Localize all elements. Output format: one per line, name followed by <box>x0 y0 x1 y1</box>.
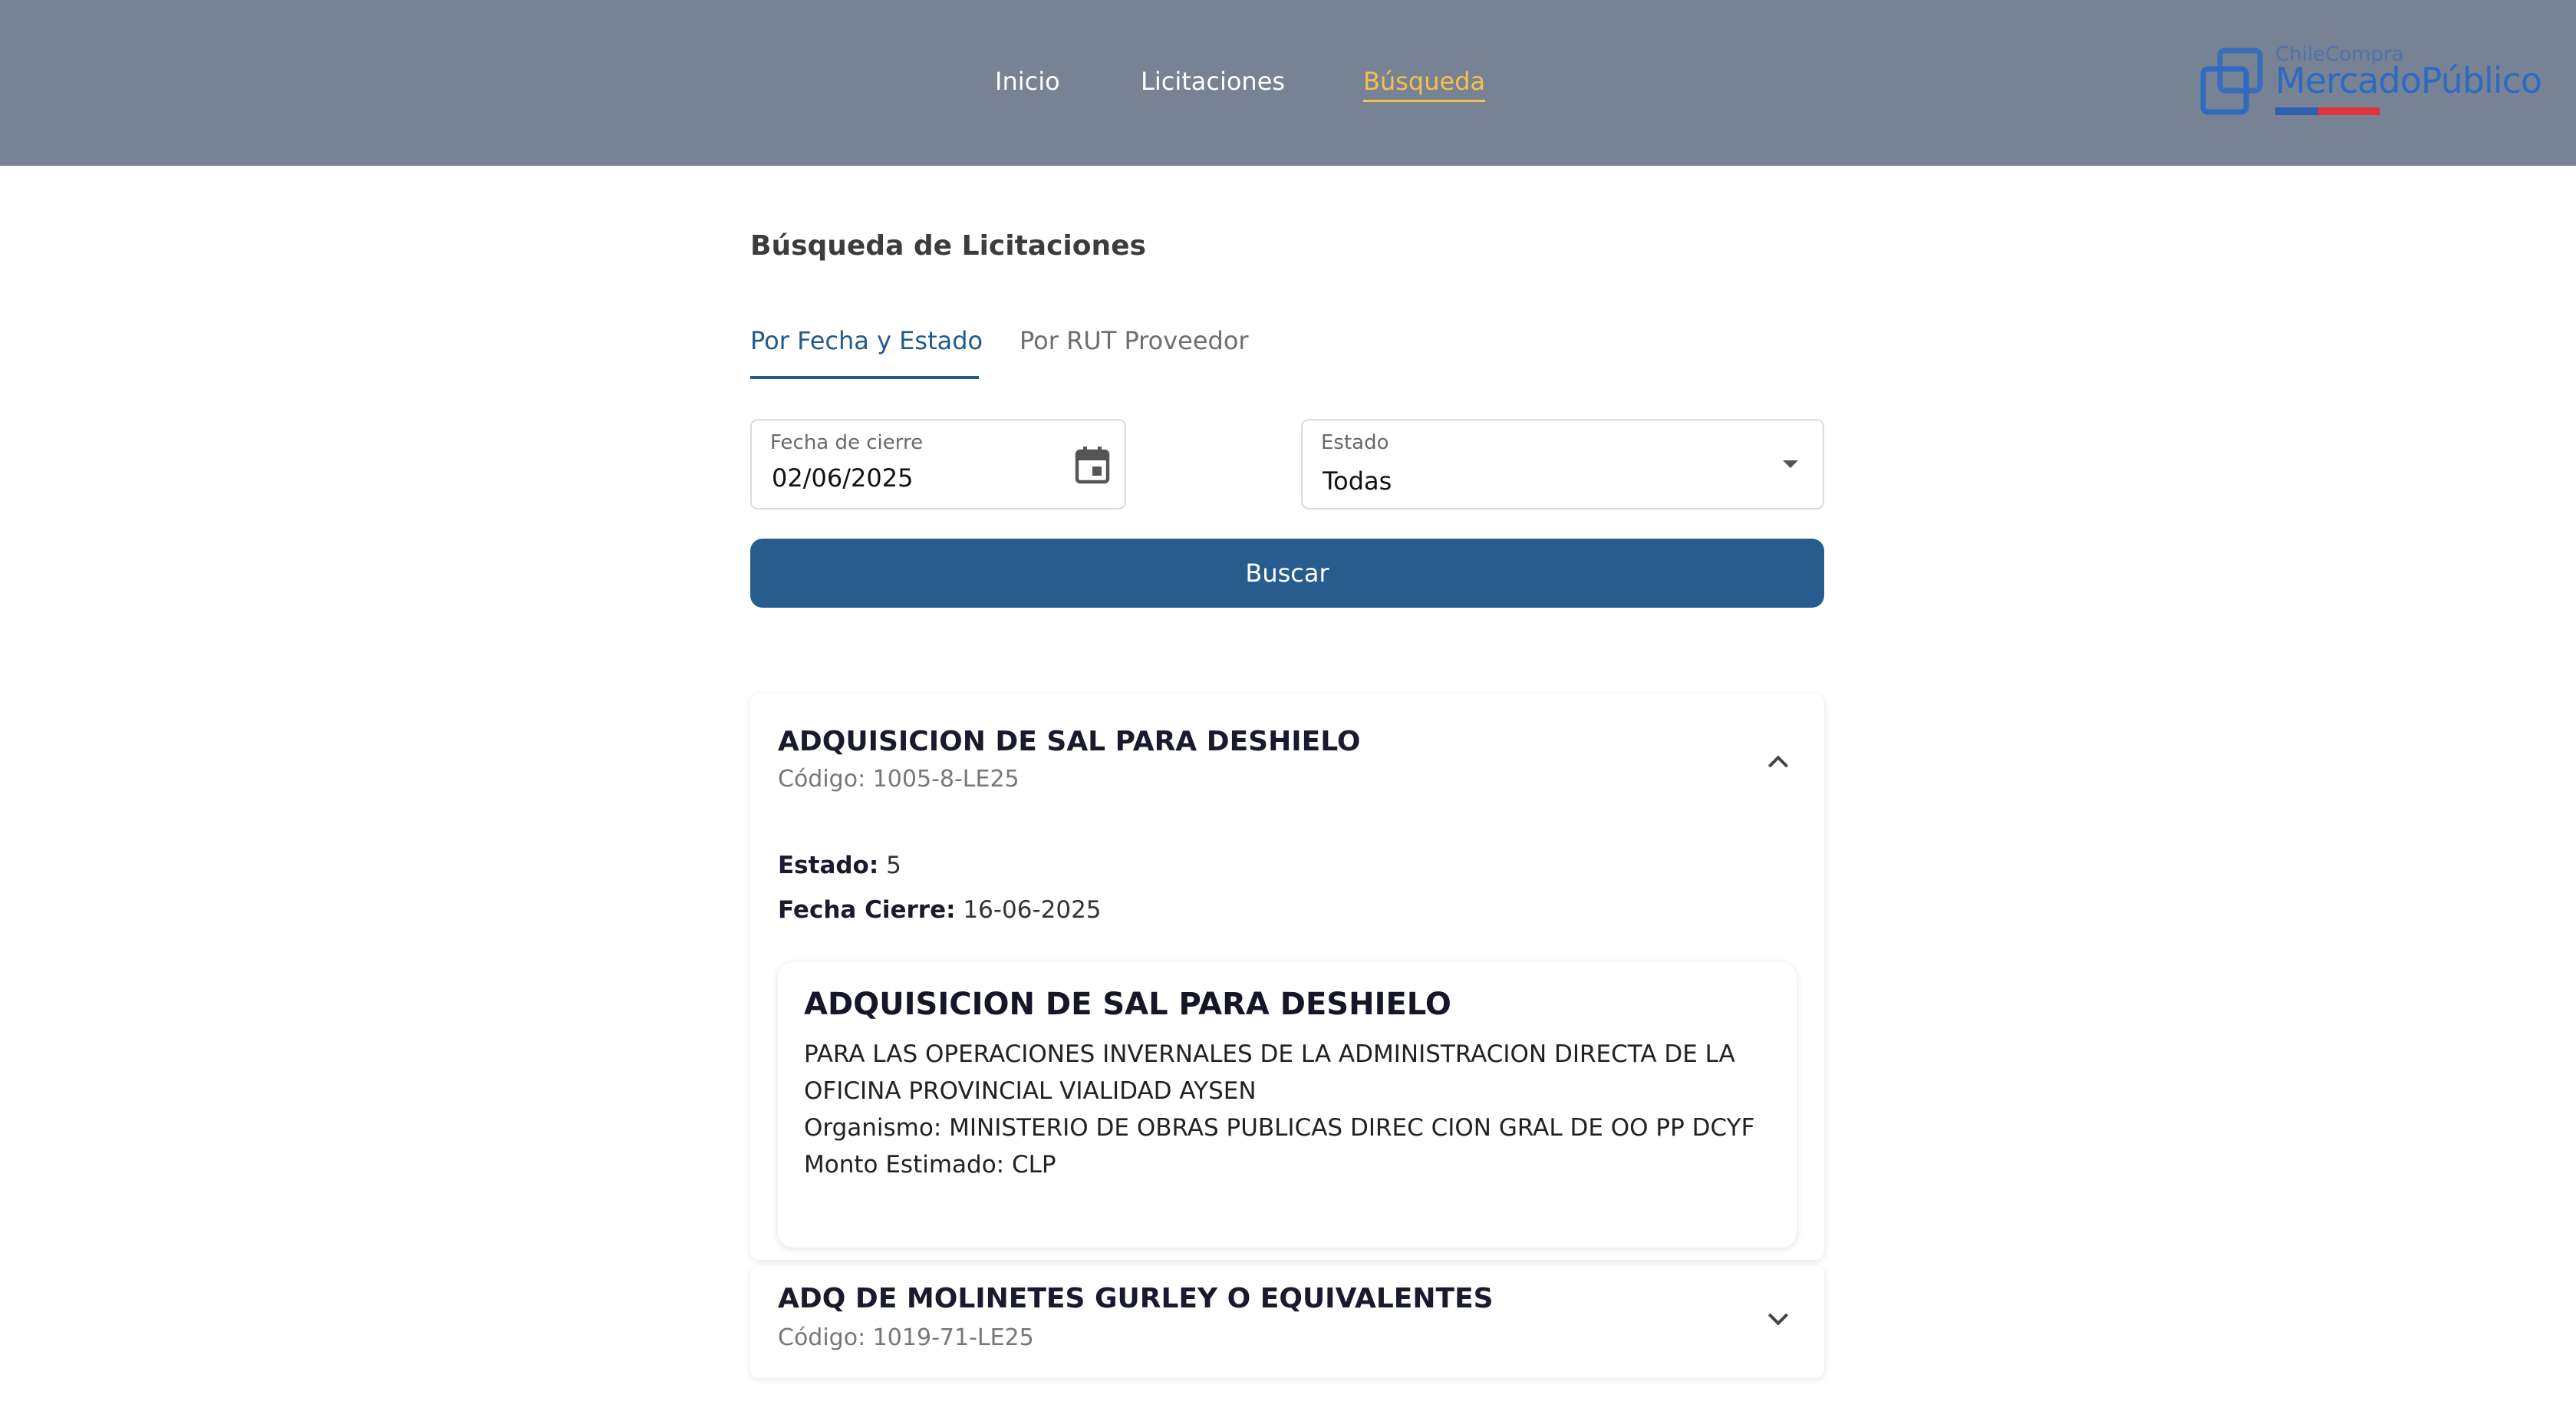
result-card: ADQUISICION DE SAL PARA DESHIELO Código:… <box>750 694 1824 1260</box>
chevron-up-icon[interactable] <box>1763 747 1794 778</box>
top-navbar: Inicio Licitaciones Búsqueda ChileCompra… <box>0 0 2576 166</box>
result-estado-value: 5 <box>886 852 901 879</box>
tab-por-rut-proveedor[interactable]: Por RUT Proveedor <box>1020 325 1249 356</box>
buscar-button[interactable]: Buscar <box>750 539 1824 608</box>
result-title[interactable]: ADQ DE MOLINETES GURLEY O EQUIVALENTES <box>778 1283 1494 1314</box>
result-code: Código: 1019-71-LE25 <box>778 1324 1034 1351</box>
logo-mark-icon <box>2200 48 2263 115</box>
detail-body: PARA LAS OPERACIONES INVERNALES DE LA AD… <box>804 1036 1778 1183</box>
calendar-icon[interactable] <box>1074 445 1111 485</box>
result-code: Código: 1005-8-LE25 <box>778 766 1020 793</box>
logo-bar-red <box>2318 107 2380 115</box>
logo-bar-blue <box>2275 107 2318 115</box>
fecha-cierre-field[interactable]: Fecha de cierre 02/06/2025 <box>750 419 1126 509</box>
detail-description: PARA LAS OPERACIONES INVERNALES DE LA AD… <box>804 1040 1735 1105</box>
mercadopublico-logo[interactable]: ChileCompra MercadoPúblico <box>2199 43 2542 120</box>
result-title[interactable]: ADQUISICION DE SAL PARA DESHIELO <box>778 726 1360 757</box>
nav-busqueda[interactable]: Búsqueda <box>1363 64 1486 102</box>
detail-title: ADQUISICION DE SAL PARA DESHIELO <box>804 987 1451 1022</box>
result-estado-label: Estado: <box>778 852 879 879</box>
page-title: Búsqueda de Licitaciones <box>750 230 1146 262</box>
dropdown-caret-icon[interactable] <box>1781 459 1800 470</box>
estado-value[interactable]: Todas <box>1323 467 1392 496</box>
nav-inicio[interactable]: Inicio <box>995 64 1060 98</box>
active-tab-indicator <box>750 376 979 379</box>
result-card: ADQ DE MOLINETES GURLEY O EQUIVALENTES C… <box>750 1266 1824 1378</box>
nav-licitaciones[interactable]: Licitaciones <box>1141 64 1285 98</box>
fecha-cierre-value[interactable]: 02/06/2025 <box>772 463 913 493</box>
result-fecha-cierre: Fecha Cierre: 16-06-2025 <box>778 896 1102 924</box>
result-fecha-label: Fecha Cierre: <box>778 896 956 924</box>
result-detail-card: ADQUISICION DE SAL PARA DESHIELO PARA LA… <box>778 962 1797 1248</box>
detail-monto: Monto Estimado: CLP <box>804 1151 1056 1179</box>
estado-label: Estado <box>1321 431 1389 454</box>
fecha-cierre-label: Fecha de cierre <box>770 431 924 454</box>
result-fecha-value: 16-06-2025 <box>963 896 1102 924</box>
logo-mercadopublico-text: MercadoPúblico <box>2275 60 2542 101</box>
chevron-down-icon[interactable] <box>1763 1303 1794 1334</box>
result-estado: Estado: 5 <box>778 852 901 879</box>
estado-select[interactable]: Estado Todas <box>1301 419 1824 509</box>
tab-por-fecha-estado[interactable]: Por Fecha y Estado <box>750 325 983 356</box>
detail-organismo: Organismo: MINISTERIO DE OBRAS PUBLICAS … <box>804 1114 1755 1142</box>
